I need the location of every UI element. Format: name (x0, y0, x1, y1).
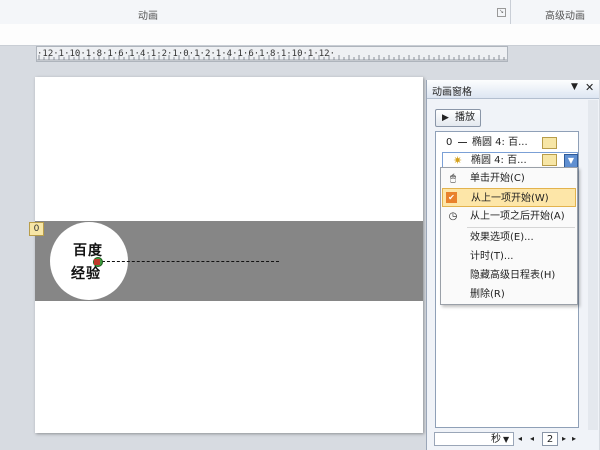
animation-item-number: 0 (446, 137, 453, 148)
menu-item-label: 删除(R) (470, 289, 505, 300)
menu-item-start-on-click[interactable]: 🖱 单击开始(C) (442, 169, 576, 188)
menu-item-label: 单击开始(C) (470, 173, 525, 184)
horizontal-ruler: ·12·1·10·1·8·1·6·1·4·1·2·1·0·1·2·1·4·1·6… (36, 46, 508, 62)
menu-item-after-previous[interactable]: ◷ 从上一项之后开始(A) (442, 207, 576, 226)
seconds-label: 秒 (491, 434, 501, 445)
menu-item-label: 从上一项开始(W) (471, 193, 549, 204)
item-dropdown-chevron-down-icon[interactable]: ▼ (564, 154, 578, 168)
menu-item-with-previous[interactable]: ✔ 从上一项开始(W) (442, 188, 576, 207)
menu-item-label: 隐藏高级日程表(H) (470, 270, 556, 281)
chevron-down-icon: ▼ (503, 435, 510, 444)
motion-path-line[interactable] (97, 261, 279, 262)
animation-list-item[interactable]: 0 椭圆 4: 百... (438, 134, 574, 151)
animation-item-label: 椭圆 4: 百... (471, 155, 527, 166)
menu-item-label: 效果选项(E)... (470, 232, 534, 243)
mouse-click-icon: 🖱 (450, 173, 456, 184)
ruler-numbers: ·12·1·10·1·8·1·6·1·4·1·2·1·0·1·2·1·4·1·6… (37, 49, 336, 59)
slide-canvas[interactable]: 百度 经验 (35, 77, 423, 433)
zoom-left-icon[interactable]: ◂ (530, 432, 534, 446)
menu-item-label: 从上一项之后开始(A) (470, 211, 565, 222)
scroll-right-icon[interactable]: ▸ (572, 432, 576, 446)
zoom-right-icon[interactable]: ▸ (562, 432, 566, 446)
play-icon: ▶ (442, 113, 449, 123)
menu-item-label: 计时(T)... (470, 251, 514, 262)
timeline-zoom-value[interactable]: 2 (542, 432, 558, 446)
timeline-controls: 秒 ▼ ◂ ◂ 2 ▸ ▸ (434, 432, 580, 446)
play-button-label: 播放 (455, 112, 475, 123)
ribbon-separator (510, 0, 511, 24)
motion-path-end-icon (94, 259, 100, 265)
animation-context-menu: 🖱 单击开始(C) ✔ 从上一项开始(W) ◷ 从上一项之后开始(A) 效果选项… (440, 167, 578, 305)
vertical-scrollbar[interactable] (588, 100, 598, 430)
menu-item-remove[interactable]: 删除(R) (442, 285, 576, 304)
menu-item-timing[interactable]: 计时(T)... (442, 247, 576, 266)
pane-title: 动画窗格 (432, 87, 472, 98)
dash-icon (458, 142, 467, 143)
timing-bar[interactable] (542, 137, 557, 149)
seconds-dropdown[interactable]: 秒 ▼ (434, 432, 514, 446)
effect-star-icon: ✷ (453, 154, 463, 167)
ribbon-bottom-strip (0, 24, 600, 46)
menu-item-hide-timeline[interactable]: 隐藏高级日程表(H) (442, 266, 576, 285)
ribbon-group-animation: 动画 (138, 11, 158, 22)
ribbon: 动画 ↘ 高级动画 (0, 0, 600, 25)
timing-bar[interactable] (542, 154, 557, 166)
checkmark-icon: ✔ (446, 192, 457, 203)
pane-options-chevron-down-icon[interactable]: ▼ (571, 82, 578, 92)
ribbon-group-advanced-animation: 高级动画 (545, 11, 585, 22)
scroll-left-icon[interactable]: ◂ (518, 432, 522, 446)
close-icon[interactable]: ✕ (585, 81, 594, 94)
pane-title-bar: 动画窗格 ▼ ✕ (427, 80, 599, 99)
menu-item-effect-options[interactable]: 效果选项(E)... (442, 228, 576, 247)
dialog-launcher-icon[interactable]: ↘ (497, 8, 506, 17)
clock-icon: ◷ (448, 211, 458, 222)
animation-order-tag[interactable]: 0 (29, 222, 44, 236)
play-button[interactable]: ▶ 播放 (435, 109, 481, 127)
animation-item-label: 椭圆 4: 百... (472, 137, 528, 148)
